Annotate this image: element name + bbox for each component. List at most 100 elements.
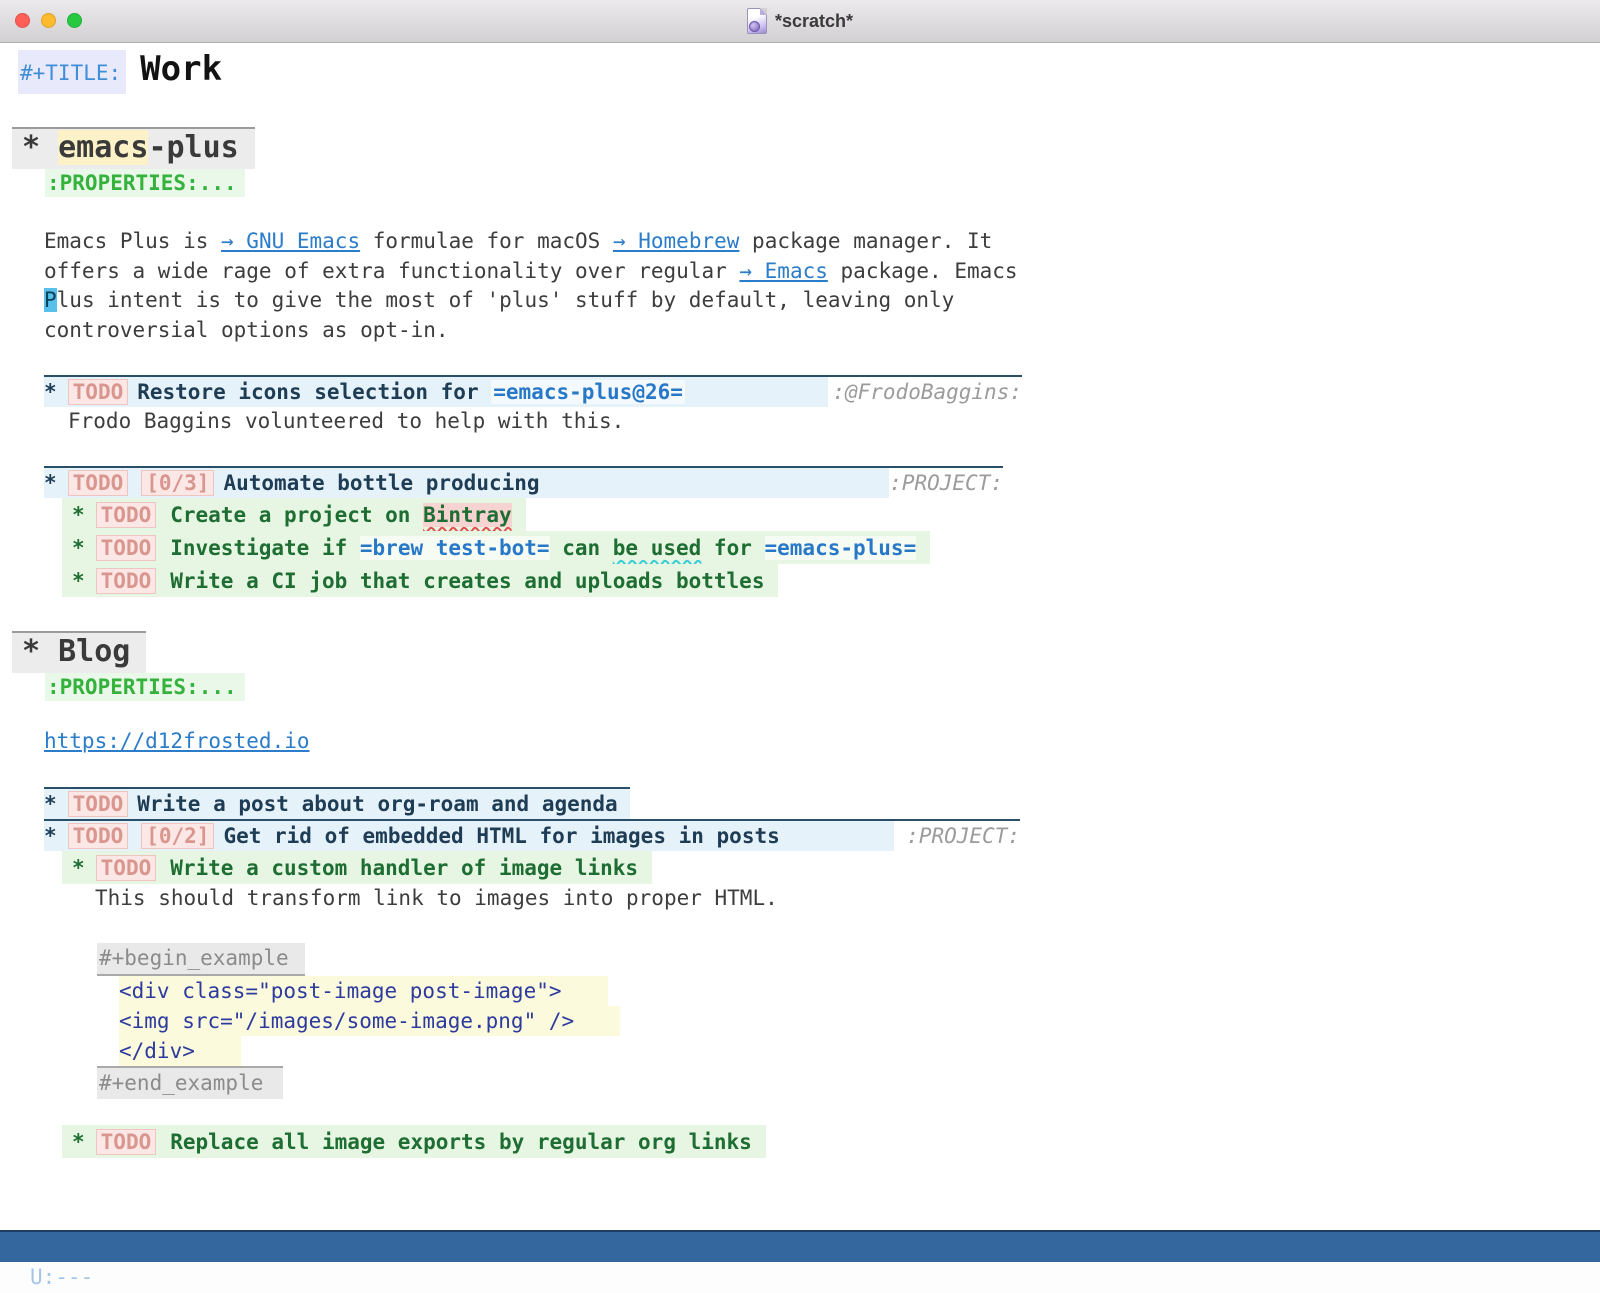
document-icon bbox=[747, 8, 767, 34]
text: package. Emacs bbox=[828, 259, 1018, 283]
blog-link-line: https://d12frosted.io bbox=[44, 727, 1600, 756]
todo-item-handler[interactable]: * TODO Write a custom handler of image lin… bbox=[62, 851, 1600, 884]
todo-item-strip: * TODO Write a custom handler of image lin… bbox=[62, 851, 652, 884]
todo-item-strip: * TODO Write a CI job that creates and upl… bbox=[62, 564, 778, 597]
echo-area[interactable] bbox=[0, 1262, 1600, 1293]
heading-star[interactable]: * bbox=[44, 471, 57, 495]
text: Investigate if bbox=[170, 536, 360, 560]
progress-cookie[interactable]: [0/3] bbox=[141, 470, 214, 496]
heading-star[interactable]: * bbox=[72, 1130, 85, 1154]
titlebar-center: *scratch* bbox=[747, 8, 853, 34]
text-cursor: P bbox=[44, 288, 57, 312]
todo-body-text: This should transform link to images int… bbox=[95, 884, 1600, 913]
todo-item-ci-job[interactable]: * TODO Write a CI job that creates and upl… bbox=[62, 564, 1600, 597]
text: lus intent is to give the most of 'plus'… bbox=[57, 288, 955, 312]
modeline: U:--- work.org All of 1.3k (10,0) (Org ;… bbox=[0, 1230, 1600, 1262]
example-code-line: </div> bbox=[119, 1036, 241, 1066]
progress-cookie[interactable]: [0/2] bbox=[141, 823, 214, 849]
verbatim-code: =emacs-plus= bbox=[765, 536, 917, 560]
modeline-status: U:--- bbox=[30, 1262, 93, 1292]
properties-drawer[interactable]: :PROPERTIES:... bbox=[45, 169, 245, 197]
para-line-3: Plus intent is to give the most of 'plus… bbox=[44, 286, 1600, 316]
window-title: *scratch* bbox=[775, 11, 853, 32]
todo-item-text: Write a CI job that creates and uploads … bbox=[170, 569, 764, 593]
todo-item-text: Create a project on Bintray bbox=[170, 503, 511, 527]
org-meta-keyword: #+TITLE: bbox=[18, 50, 126, 94]
todo-heading-strip: * TODO Restore icons selection for =emacs-… bbox=[44, 377, 828, 407]
todo-heading-restore-icons[interactable]: * TODO Restore icons selection for =emacs-… bbox=[44, 375, 1022, 407]
link-gnu-emacs[interactable]: → GNU Emacs bbox=[221, 229, 360, 253]
todo-title: Restore icons selection for bbox=[137, 380, 491, 404]
traffic-lights bbox=[15, 13, 82, 28]
todo-item-strip: * TODO Investigate if =brew test-bot= can … bbox=[62, 531, 930, 564]
heading-star[interactable]: * bbox=[44, 792, 57, 816]
todo-heading-strip: *TODO[0/2]Get rid of embedded HTML for i… bbox=[44, 821, 894, 851]
para-line-2: offers a wide rage of extra functionalit… bbox=[44, 257, 1600, 287]
todo-keyword-badge[interactable]: TODO bbox=[68, 379, 129, 405]
traffic-zoom-icon[interactable] bbox=[67, 13, 82, 28]
org-tag-frodobaggins[interactable]: :@FrodoBaggins: bbox=[832, 380, 1022, 404]
para-line-1: Emacs Plus is → GNU Emacs formulae for m… bbox=[44, 227, 1600, 257]
todo-heading-get-rid[interactable]: *TODO[0/2]Get rid of embedded HTML for i… bbox=[44, 819, 1020, 851]
org-tag-project[interactable]: :PROJECT: bbox=[906, 824, 1020, 848]
todo-keyword-badge[interactable]: TODO bbox=[96, 535, 157, 561]
paragraph-emacs-plus: Emacs Plus is → GNU Emacs formulae for m… bbox=[44, 227, 1600, 345]
text: formulae for macOS bbox=[360, 229, 613, 253]
heading-star[interactable]: * bbox=[22, 130, 58, 165]
traffic-minimize-icon[interactable] bbox=[41, 13, 56, 28]
todo-keyword-badge[interactable]: TODO bbox=[68, 470, 129, 496]
traffic-close-icon[interactable] bbox=[15, 13, 30, 28]
misspelled-word: Bintray bbox=[423, 503, 512, 527]
todo-item-text: Investigate if =brew test-bot= can be us… bbox=[170, 536, 916, 560]
todo-keyword-badge[interactable]: TODO bbox=[96, 1129, 157, 1155]
text: can bbox=[550, 536, 613, 560]
text: for bbox=[701, 536, 764, 560]
heading-star[interactable]: * bbox=[22, 634, 58, 669]
example-block-end: #+end_example bbox=[97, 1066, 283, 1099]
heading-star[interactable]: * bbox=[72, 856, 85, 880]
buffer: #+TITLE: Work * emacs-plus :PROPERTIES:.… bbox=[0, 43, 1600, 1230]
todo-item-text: Write a custom handler of image links bbox=[170, 856, 638, 880]
todo-keyword-badge[interactable]: TODO bbox=[96, 855, 157, 881]
todo-heading-strip: * TODO [0/3] Automate bottle producing bbox=[44, 468, 889, 498]
todo-keyword-badge[interactable]: TODO bbox=[96, 568, 157, 594]
todo-keyword-badge[interactable]: TODO bbox=[68, 823, 129, 849]
example-code-line: <div class="post-image post-image"> bbox=[119, 976, 608, 1006]
todo-item-bintray[interactable]: * TODO Create a project on Bintray bbox=[62, 498, 1600, 531]
todo-item-investigate[interactable]: * TODO Investigate if =brew test-bot= can … bbox=[62, 531, 1600, 564]
todo-keyword-badge[interactable]: TODO bbox=[68, 791, 129, 817]
todo-item-strip: * TODO Replace all image exports by regula… bbox=[62, 1125, 766, 1158]
verbatim-code: =brew test-bot= bbox=[360, 536, 550, 560]
heading-star[interactable]: * bbox=[72, 569, 85, 593]
text: offers a wide rage of extra functionalit… bbox=[44, 259, 739, 283]
org-tag-project[interactable]: :PROJECT: bbox=[889, 471, 1003, 495]
todo-title: Write a post about org-roam and agenda bbox=[137, 792, 617, 816]
heading-text: Blog bbox=[58, 634, 130, 669]
example-block-begin: #+begin_example bbox=[97, 943, 305, 976]
grammar-flagged-words: be used bbox=[613, 536, 702, 560]
link-homebrew[interactable]: → Homebrew bbox=[613, 229, 739, 253]
text: Emacs Plus is bbox=[44, 229, 221, 253]
emacs-window: *scratch* #+TITLE: Work * emacs-plus :PR… bbox=[0, 0, 1600, 1293]
verbatim-code: =emacs-plus@26= bbox=[491, 380, 685, 404]
para-line-4: controversial options as opt-in. bbox=[44, 316, 1600, 346]
properties-drawer[interactable]: :PROPERTIES:... bbox=[45, 673, 245, 701]
todo-item-text: Replace all image exports by regular org… bbox=[170, 1130, 752, 1154]
org-meta-line: #+TITLE: Work bbox=[18, 49, 1600, 97]
heading-text: -plus bbox=[148, 130, 238, 165]
link-emacs[interactable]: → Emacs bbox=[739, 259, 828, 283]
todo-keyword-badge[interactable]: TODO bbox=[96, 502, 157, 528]
todo-body-text: Frodo Baggins volunteered to help with t… bbox=[68, 407, 1600, 436]
text: package manager. It bbox=[739, 229, 992, 253]
todo-item-replace-exports[interactable]: * TODO Replace all image exports by regula… bbox=[62, 1125, 1600, 1158]
todo-title: Automate bottle producing bbox=[223, 471, 539, 495]
link-d12frosted[interactable]: https://d12frosted.io bbox=[44, 729, 310, 753]
todo-heading-write-post[interactable]: * TODO Write a post about org-roam and age… bbox=[44, 787, 630, 819]
heading-emacs-plus[interactable]: * emacs-plus bbox=[12, 127, 255, 169]
heading-blog[interactable]: * Blog bbox=[12, 631, 146, 673]
todo-heading-automate[interactable]: * TODO [0/3] Automate bottle producing :PRO… bbox=[44, 466, 1003, 498]
heading-star[interactable]: * bbox=[44, 824, 57, 848]
heading-star[interactable]: * bbox=[72, 536, 85, 560]
heading-star[interactable]: * bbox=[72, 503, 85, 527]
heading-star[interactable]: * bbox=[44, 380, 57, 404]
